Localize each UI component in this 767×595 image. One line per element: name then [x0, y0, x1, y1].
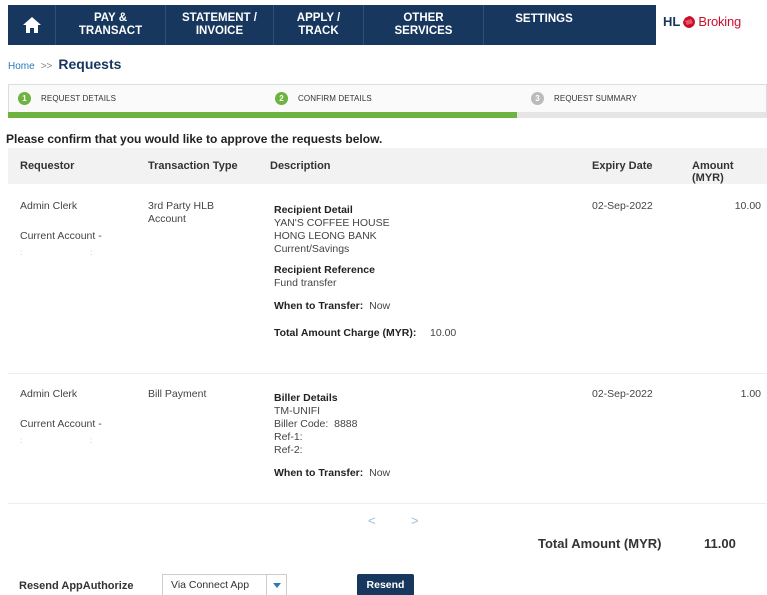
total-amount-value: 11.00 — [704, 536, 736, 551]
transaction-type: 3rd Party HLB Account — [148, 200, 214, 225]
description-block: Recipient Detail YAN'S COFFEE HOUSE HONG… — [274, 204, 574, 340]
charge-label: Total Amount Charge (MYR): — [274, 327, 417, 339]
header-requestor: Requestor — [20, 160, 75, 172]
authorize-method-select[interactable]: Via Connect App — [162, 574, 287, 595]
transaction-type: Bill Payment — [148, 388, 207, 400]
ref-1: Ref-1: — [274, 431, 303, 443]
step-number: 3 — [531, 92, 544, 105]
pager-next-button[interactable]: > — [411, 513, 419, 528]
nav-apply-track[interactable]: APPLY / TRACK — [274, 5, 364, 45]
brand-name: Broking — [698, 14, 742, 29]
recipient-name: YAN'S COFFEE HOUSE — [274, 217, 390, 229]
biller-details-heading: Biller Details — [274, 392, 338, 404]
when-label: When to Transfer: — [274, 467, 364, 479]
table-header: Requestor Transaction Type Description E… — [8, 148, 767, 184]
ref-2: Ref-2: — [274, 444, 303, 456]
resend-appauthorize-label: Resend AppAuthorize — [19, 580, 134, 592]
nav-settings[interactable]: SETTINGS — [484, 5, 604, 45]
step-label: CONFIRM DETAILS — [298, 94, 372, 103]
dropdown-arrow[interactable] — [266, 575, 286, 595]
table-row: Admin Clerk Current Account - : : Bill P… — [8, 374, 767, 504]
brand-prefix: HL — [663, 14, 681, 29]
amount: 10.00 — [734, 200, 761, 212]
requestor-account: Current Account - — [20, 230, 102, 242]
amount: 1.00 — [740, 388, 761, 400]
recipient-bank: HONG LEONG BANK — [274, 230, 377, 242]
authorize-method-selected: Via Connect App — [171, 579, 250, 591]
requestor-account: Current Account - — [20, 418, 102, 430]
step-request-details: 1 REQUEST DETAILS — [18, 92, 116, 105]
when-to-transfer: When to Transfer: Now — [274, 467, 574, 480]
biller-name: TM-UNIFI — [274, 405, 321, 417]
recipient-account-type: Current/Savings — [274, 243, 350, 255]
nav-other-services[interactable]: OTHER SERVICES — [364, 5, 484, 45]
account-number-masked: : — [90, 248, 93, 257]
total-amount-charge: Total Amount Charge (MYR): 10.00 — [274, 327, 574, 340]
requestor-name: Admin Clerk — [20, 200, 78, 212]
table-row: Admin Clerk Current Account - : : 3rd Pa… — [8, 184, 767, 374]
when-to-transfer: When to Transfer: Now — [274, 300, 574, 313]
when-value: Now — [369, 300, 391, 312]
step-number: 2 — [275, 92, 288, 105]
home-icon — [22, 17, 41, 33]
account-number-masked: : — [20, 248, 23, 257]
home-button[interactable] — [8, 5, 56, 45]
header-description: Description — [270, 160, 331, 172]
biller-code-value: 8888 — [334, 418, 358, 430]
description-block: Biller Details TM-UNIFI Biller Code: 888… — [274, 392, 574, 480]
expiry-date: 02-Sep-2022 — [592, 388, 653, 400]
when-value: Now — [369, 467, 391, 479]
page-title: Requests — [58, 56, 122, 72]
nav-statement-invoice[interactable]: STATEMENT / INVOICE — [166, 5, 274, 45]
breadcrumb-separator: >> — [40, 61, 53, 72]
biller-code-label: Biller Code: — [274, 418, 329, 430]
breadcrumb: Home >> Requests — [8, 56, 121, 72]
recipient-reference-value: Fund transfer — [274, 277, 337, 289]
header-amount: Amount (MYR) — [692, 160, 734, 184]
header-transaction-type: Transaction Type — [148, 160, 238, 172]
brand-mark-icon — [683, 15, 696, 28]
requestor-name: Admin Clerk — [20, 388, 78, 400]
top-navigation: PAY & TRANSACT STATEMENT / INVOICE APPLY… — [0, 0, 767, 45]
progress-stepper: 1 REQUEST DETAILS 2 CONFIRM DETAILS 3 RE… — [8, 84, 767, 112]
brand-logo[interactable]: HL Broking — [663, 14, 741, 29]
step-request-summary: 3 REQUEST SUMMARY — [531, 92, 637, 105]
step-number: 1 — [18, 92, 31, 105]
nav-pay-transact[interactable]: PAY & TRANSACT — [56, 5, 166, 45]
step-confirm-details: 2 CONFIRM DETAILS — [275, 92, 372, 105]
progress-fill — [8, 112, 517, 118]
account-number-masked: : — [90, 436, 93, 445]
step-label: REQUEST DETAILS — [41, 94, 116, 103]
header-expiry-date: Expiry Date — [592, 160, 653, 172]
recipient-detail-heading: Recipient Detail — [274, 204, 353, 216]
chevron-down-icon — [272, 582, 281, 588]
expiry-date: 02-Sep-2022 — [592, 200, 653, 212]
when-label: When to Transfer: — [274, 300, 364, 312]
charge-value: 10.00 — [430, 327, 457, 339]
step-label: REQUEST SUMMARY — [554, 94, 637, 103]
main-nav-bar: PAY & TRANSACT STATEMENT / INVOICE APPLY… — [8, 5, 656, 45]
total-amount-label: Total Amount (MYR) — [538, 536, 662, 551]
account-number-masked: : — [20, 436, 23, 445]
progress-track — [8, 112, 767, 118]
pager-prev-button[interactable]: < — [368, 513, 376, 528]
biller-code: Biller Code: 8888 — [274, 418, 574, 431]
recipient-reference-heading: Recipient Reference — [274, 264, 375, 276]
resend-button[interactable]: Resend — [357, 574, 414, 595]
confirm-instruction: Please confirm that you would like to ap… — [6, 132, 383, 146]
breadcrumb-home-link[interactable]: Home — [8, 61, 35, 72]
